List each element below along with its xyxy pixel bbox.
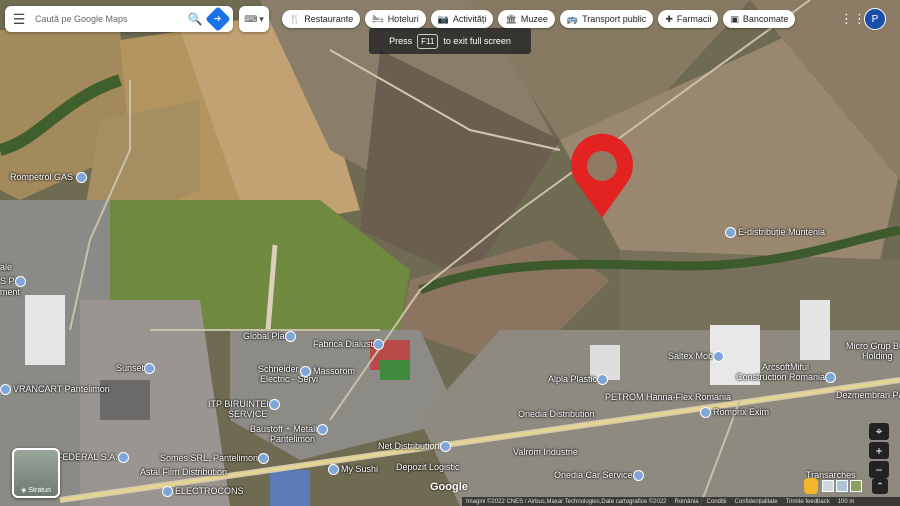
directions-icon: ➜: [214, 13, 222, 24]
poi-icon: [117, 452, 129, 464]
map-label[interactable]: Onedia Distribution: [518, 409, 595, 420]
poi-icon: [632, 470, 644, 482]
poi-icon: [144, 363, 156, 375]
chip-atms[interactable]: ▣ Bancomate: [723, 10, 796, 28]
directions-button[interactable]: ➜: [205, 6, 231, 32]
chip-restaurants[interactable]: 🍴 Restaurante: [282, 10, 361, 28]
thumbnail[interactable]: [850, 480, 862, 492]
privacy-link[interactable]: Confidențialitate: [735, 499, 778, 505]
chevron-down-icon: ▾: [259, 13, 264, 24]
poi-icon: [373, 339, 385, 351]
map-label[interactable]: Rompetrol GAS: [10, 172, 89, 184]
map-label[interactable]: Fabrica Dialust: [313, 339, 386, 351]
poi-icon: [597, 374, 609, 386]
poi-icon: [328, 464, 339, 476]
chip-pharmacies[interactable]: ✚ Farmacii: [658, 10, 719, 28]
terms-link[interactable]: Condiții: [707, 499, 727, 505]
thumbnail[interactable]: [822, 480, 834, 492]
crosshair-icon: ⌖: [875, 424, 883, 438]
poi-icon: [825, 372, 837, 384]
satellite-map[interactable]: [0, 0, 900, 506]
chip-hotels[interactable]: 🛏 Hoteluri: [365, 10, 426, 28]
poi-icon: [317, 424, 329, 436]
map-label[interactable]: VRANCART Pantelimon: [0, 384, 110, 396]
imagery-thumbnails: [822, 480, 862, 492]
feedback-link[interactable]: Trimite feedback: [786, 499, 830, 505]
zoom-out-button[interactable]: −: [869, 461, 889, 478]
map-label[interactable]: ale: [0, 262, 12, 273]
map-label[interactable]: E-distribuție Muntenia: [725, 227, 825, 239]
map-label[interactable]: Net Distribution: [378, 441, 453, 453]
map-label[interactable]: Construction Romania: [736, 372, 838, 384]
chip-museums[interactable]: 🏛 Muzee: [498, 10, 555, 28]
map-label[interactable]: Onedia Car Service: [554, 470, 646, 482]
category-chips: 🍴 Restaurante 🛏 Hoteluri 📷 Activități 🏛 Muze…: [282, 10, 796, 28]
poi-icon: [258, 453, 270, 465]
pharmacy-icon: ✚: [665, 13, 673, 24]
poi-icon: [725, 227, 736, 239]
google-logo: Google: [430, 481, 468, 493]
thumbnail[interactable]: [836, 480, 848, 492]
search-input[interactable]: [33, 13, 185, 25]
my-location-button[interactable]: ⌖: [869, 423, 889, 440]
map-label[interactable]: Global Pla: [243, 331, 298, 343]
map-label[interactable]: Somes SRL, Pantelimon: [160, 453, 271, 465]
map-footer: Imagini ©2022 CNES / Airbus,Maxar Techno…: [462, 497, 900, 506]
scale-bar[interactable]: 100 m: [838, 499, 855, 505]
map-label[interactable]: Saltex Mob: [668, 351, 726, 363]
fullscreen-toast: Press F11 to exit full screen: [369, 28, 531, 54]
map-label[interactable]: Astal Film Distribution: [140, 467, 227, 478]
layers-icon: ◈: [21, 487, 27, 494]
map-label[interactable]: Romprix Exim: [700, 407, 769, 419]
avatar[interactable]: P: [864, 8, 886, 30]
map-label[interactable]: PETROM Hanna-Flex Romania: [605, 392, 731, 403]
minus-icon: −: [875, 462, 883, 477]
search-icon[interactable]: 🔍: [185, 12, 205, 26]
poi-icon: [0, 384, 11, 396]
country-link[interactable]: România: [675, 499, 699, 505]
map-label[interactable]: Pantelimon: [270, 434, 315, 445]
camera-icon: 📷: [437, 13, 449, 24]
poi-icon: [700, 407, 711, 419]
bus-icon: 🚌: [566, 13, 579, 24]
pegman-icon[interactable]: [804, 478, 818, 494]
input-tools-button[interactable]: ⌨ ▾: [239, 6, 269, 32]
map-label[interactable]: Alpla Plastic: [548, 374, 610, 386]
keyboard-icon: ⌨: [244, 13, 258, 24]
hotel-icon: 🛏: [372, 13, 384, 24]
menu-icon[interactable]: ☰: [5, 6, 33, 32]
map-label[interactable]: FEDERAL S.A.: [57, 452, 131, 464]
poi-icon: [713, 351, 725, 363]
map-label[interactable]: S P: [0, 276, 28, 288]
map-label[interactable]: Dezmembrari Pa: [836, 390, 900, 401]
map-label[interactable]: ELECTROCONS: [162, 486, 244, 498]
poi-icon: [300, 366, 311, 378]
poi-icon: [439, 441, 451, 453]
map-label[interactable]: Massorom: [300, 366, 355, 378]
poi-icon: [75, 172, 87, 184]
museum-icon: 🏛: [505, 13, 517, 24]
restaurant-icon: 🍴: [289, 13, 301, 24]
layers-button[interactable]: ◈ Straturi: [12, 448, 60, 498]
map-label[interactable]: Depozit Logistic: [396, 462, 460, 473]
chip-activities[interactable]: 📷 Activități: [430, 10, 494, 28]
map-label[interactable]: My Sushi: [328, 464, 378, 476]
atm-icon: ▣: [730, 13, 739, 24]
map-label[interactable]: Sunset: [116, 363, 157, 375]
poi-icon: [162, 486, 173, 498]
expand-icon[interactable]: ⌃: [872, 478, 888, 494]
map-label[interactable]: Holding: [862, 351, 893, 362]
map-label[interactable]: Valrom Industrie: [513, 447, 578, 458]
chip-transit[interactable]: 🚌 Transport public: [559, 10, 654, 28]
plus-icon: +: [875, 443, 883, 458]
poi-icon: [268, 399, 280, 411]
f11-key: F11: [417, 33, 439, 49]
zoom-in-button[interactable]: +: [869, 442, 889, 459]
poi-icon: [14, 276, 26, 288]
poi-icon: [284, 331, 296, 343]
map-label[interactable]: SERVICE: [228, 409, 267, 420]
zoom-controls: ⌖ + −: [869, 423, 889, 478]
search-box: ☰ 🔍 ➜: [5, 6, 233, 32]
map-label[interactable]: ment: [0, 287, 20, 298]
